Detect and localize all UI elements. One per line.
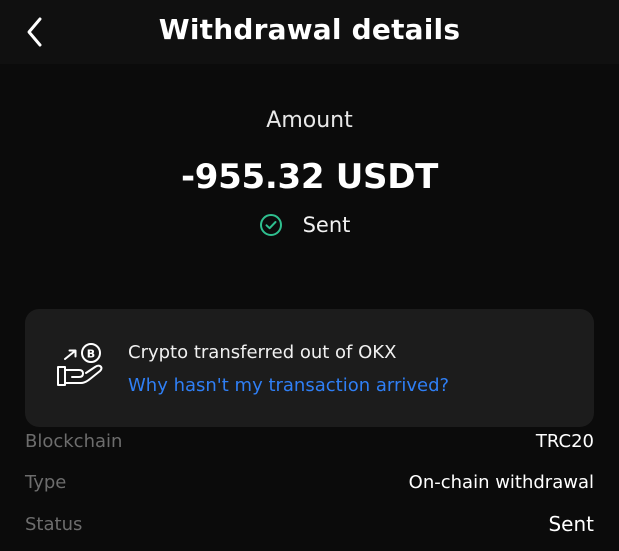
- transaction-help-link[interactable]: Why hasn't my transaction arrived?: [128, 375, 449, 396]
- detail-value: TRC20: [535, 430, 594, 452]
- detail-row-type: Type On-chain withdrawal: [25, 468, 594, 496]
- detail-value: Sent: [548, 512, 594, 536]
- svg-text:B: B: [87, 348, 95, 361]
- info-title: Crypto transferred out of OKX: [128, 342, 397, 363]
- header-bar: Withdrawal details: [0, 0, 619, 64]
- detail-row-status: Status Sent: [25, 510, 594, 538]
- amount-value: -955.32 USDT: [180, 157, 439, 197]
- info-card: B Crypto transferred out of OKX Why hasn…: [25, 309, 594, 427]
- detail-label: Status: [25, 513, 83, 535]
- amount-label: Amount: [266, 108, 353, 133]
- hand-crypto-icon: B: [57, 343, 103, 386]
- status-indicator: Sent: [0, 210, 619, 240]
- status-text: Sent: [302, 213, 351, 237]
- detail-row-blockchain: Blockchain TRC20: [25, 427, 594, 455]
- detail-label: Blockchain: [25, 430, 123, 452]
- page-title: Withdrawal details: [158, 13, 461, 46]
- detail-value: On-chain withdrawal: [408, 471, 594, 493]
- check-circle-icon: [259, 214, 282, 236]
- detail-label: Type: [25, 471, 67, 493]
